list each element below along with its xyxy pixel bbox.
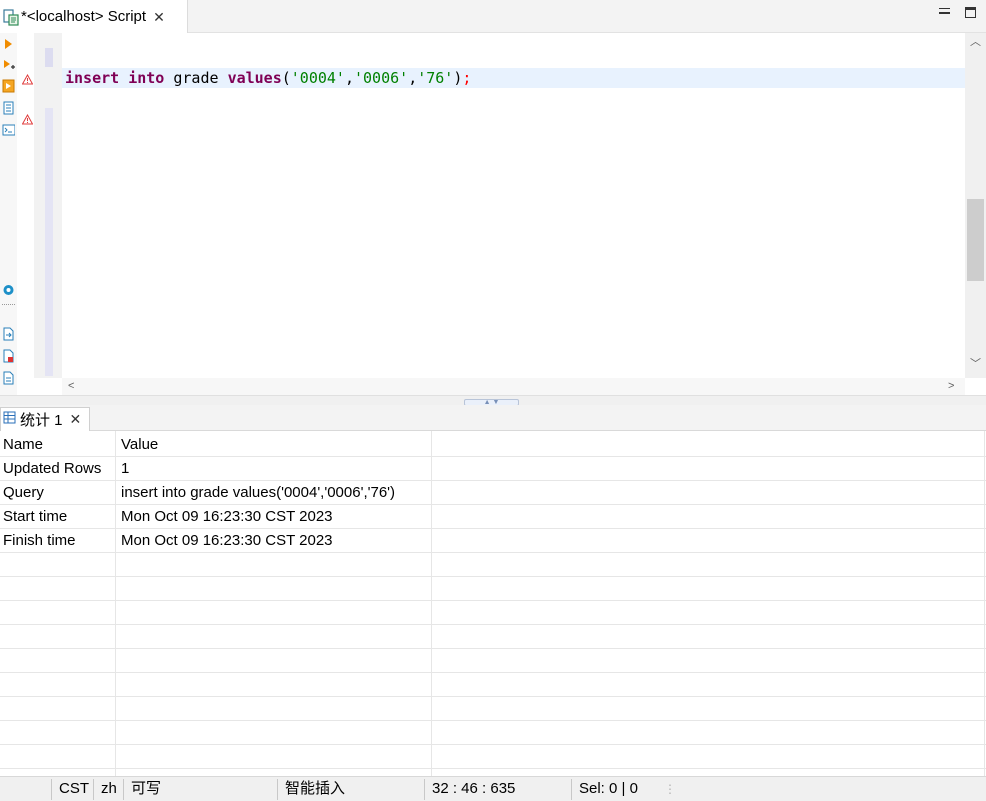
- settings-gear-icon[interactable]: [2, 283, 15, 297]
- code-token: '0006': [354, 69, 409, 87]
- load-script-icon[interactable]: [2, 327, 15, 341]
- scrollbar-thumb[interactable]: [967, 199, 984, 281]
- code-token: into: [128, 69, 165, 87]
- column-header-name[interactable]: Name: [0, 433, 115, 457]
- column-header-value[interactable]: Value: [118, 433, 431, 457]
- scroll-right-icon[interactable]: >: [948, 381, 954, 392]
- empty-row: [0, 649, 986, 673]
- close-icon[interactable]: ✕: [70, 411, 82, 428]
- row-name: Updated Rows: [3, 460, 102, 477]
- status-divider: [93, 779, 94, 800]
- close-icon[interactable]: ✕: [153, 10, 165, 24]
- code-token: grade: [164, 69, 228, 87]
- toolbar-separator: [2, 304, 15, 308]
- annotation-ruler: [17, 33, 34, 378]
- scroll-up-icon[interactable]: ︿: [970, 37, 981, 48]
- statistics-grid[interactable]: Name Value Updated Rows 1 Query insert i…: [0, 431, 986, 776]
- status-insert-mode: 智能插入: [285, 780, 346, 797]
- console-icon[interactable]: [2, 123, 16, 137]
- grid-table-icon: [3, 411, 16, 428]
- fold-marker: [45, 48, 53, 67]
- status-write-mode: 可写: [131, 780, 162, 797]
- horizontal-scrollbar[interactable]: < >: [62, 378, 965, 395]
- table-row[interactable]: Updated Rows 1: [0, 457, 986, 481]
- maximize-icon[interactable]: [965, 7, 976, 18]
- code-token: ;: [462, 69, 472, 87]
- status-cursor-position: 32 : 46 : 635: [432, 780, 516, 797]
- explain-plan-icon[interactable]: [2, 101, 15, 115]
- code-line[interactable]: insert into grade values('0004','0006','…: [65, 69, 471, 87]
- panel-splitter[interactable]: ▲ ▼: [0, 395, 986, 406]
- status-divider: [571, 779, 572, 800]
- empty-row: [0, 745, 986, 769]
- editor-side-toolbar: [0, 33, 17, 395]
- scroll-down-icon[interactable]: ﹀: [970, 359, 981, 370]
- code-token: '0004': [290, 69, 345, 87]
- status-divider: [123, 779, 124, 800]
- tab-script[interactable]: *<localhost> Script ✕: [0, 0, 188, 33]
- empty-row: [0, 577, 986, 601]
- fold-marker: [45, 108, 53, 376]
- export-script-icon[interactable]: [2, 371, 15, 385]
- status-divider: [277, 779, 278, 800]
- empty-row: [0, 601, 986, 625]
- editor-tab-bar: *<localhost> Script ✕: [0, 0, 986, 33]
- empty-row: [0, 697, 986, 721]
- save-script-icon[interactable]: [2, 349, 15, 363]
- status-divider: [424, 779, 425, 800]
- window-controls: [939, 5, 976, 18]
- code-token: ,: [408, 69, 418, 87]
- row-value: insert into grade values('0004','0006','…: [121, 484, 396, 501]
- status-locale: zh: [101, 780, 117, 797]
- status-bar: CST zh 可写 智能插入 32 : 46 : 635 Sel: 0 | 0 …: [0, 776, 986, 801]
- execute-new-tab-icon[interactable]: [2, 58, 15, 72]
- empty-row: [0, 721, 986, 745]
- table-row[interactable]: Start time Mon Oct 09 16:23:30 CST 2023: [0, 505, 986, 529]
- row-value: Mon Oct 09 16:23:30 CST 2023: [121, 508, 333, 525]
- execute-statement-icon[interactable]: [2, 37, 15, 51]
- row-name: Start time: [3, 508, 68, 525]
- warning-icon[interactable]: [21, 72, 34, 85]
- empty-row: [0, 625, 986, 649]
- code-token: values: [227, 69, 282, 87]
- resize-grip-icon[interactable]: ⋮: [664, 777, 676, 801]
- scroll-left-icon[interactable]: <: [68, 381, 74, 392]
- minimize-icon[interactable]: [939, 5, 951, 17]
- row-value: 1: [121, 460, 130, 477]
- tab-title: *<localhost> Script: [21, 8, 147, 25]
- warning-icon[interactable]: [21, 112, 34, 125]
- script-file-icon: [3, 8, 19, 26]
- row-name: Finish time: [3, 532, 76, 549]
- folding-gutter: [34, 33, 62, 378]
- empty-row: [0, 673, 986, 697]
- sql-editor[interactable]: insert into grade values('0004','0006','…: [17, 33, 986, 395]
- code-token: (: [281, 69, 291, 87]
- code-token: ,: [344, 69, 354, 87]
- code-text-area[interactable]: insert into grade values('0004','0006','…: [62, 33, 965, 378]
- table-row[interactable]: Query insert into grade values('0004','0…: [0, 481, 986, 505]
- row-name: Query: [3, 484, 44, 501]
- table-row[interactable]: Finish time Mon Oct 09 16:23:30 CST 2023: [0, 529, 986, 553]
- header-row: Name Value: [0, 433, 986, 457]
- tab-statistics[interactable]: 统计 1 ✕: [0, 407, 90, 431]
- row-value: Mon Oct 09 16:23:30 CST 2023: [121, 532, 333, 549]
- tab-title: 统计 1: [20, 412, 63, 429]
- code-token: insert: [65, 69, 120, 87]
- empty-row: [0, 553, 986, 577]
- status-divider: [51, 779, 52, 800]
- code-token: '76': [417, 69, 454, 87]
- results-tab-bar: 统计 1 ✕: [0, 405, 986, 431]
- status-timezone: CST: [59, 780, 89, 797]
- status-selection: Sel: 0 | 0: [579, 780, 638, 797]
- execute-script-icon[interactable]: [2, 79, 15, 93]
- vertical-scrollbar[interactable]: ︿ ﹀: [965, 33, 986, 378]
